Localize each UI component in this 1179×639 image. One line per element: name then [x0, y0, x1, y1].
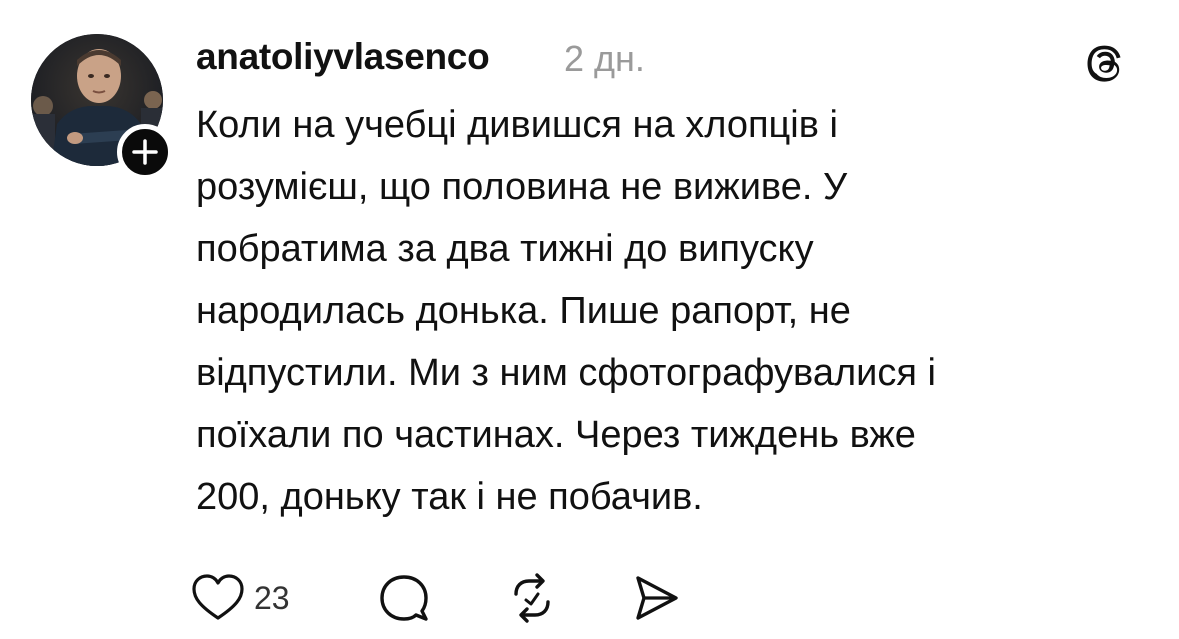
post-text: Коли на учебці дивишся на хлопців і розу… — [196, 104, 936, 518]
share-button[interactable] — [628, 568, 684, 628]
send-icon — [636, 576, 678, 620]
comment-icon — [380, 575, 428, 621]
like-count: 23 — [254, 580, 290, 616]
like-button[interactable]: 23 — [190, 568, 290, 628]
avatar-container[interactable] — [31, 34, 173, 180]
follow-button[interactable] — [117, 124, 173, 180]
plus-icon — [132, 139, 158, 165]
repost-icon — [514, 573, 550, 623]
repost-button[interactable] — [504, 568, 560, 628]
post-actions: 23 — [190, 568, 710, 628]
author-username[interactable]: anatoliyvlasenco — [196, 34, 490, 80]
heart-icon — [192, 574, 244, 620]
threads-logo-icon[interactable] — [1082, 40, 1130, 88]
reply-button[interactable] — [376, 568, 432, 628]
post-timestamp: 2 дн. — [564, 38, 645, 79]
thread-post: anatoliyvlasenco 2 дн. Коли на учебці ди… — [0, 0, 1179, 639]
